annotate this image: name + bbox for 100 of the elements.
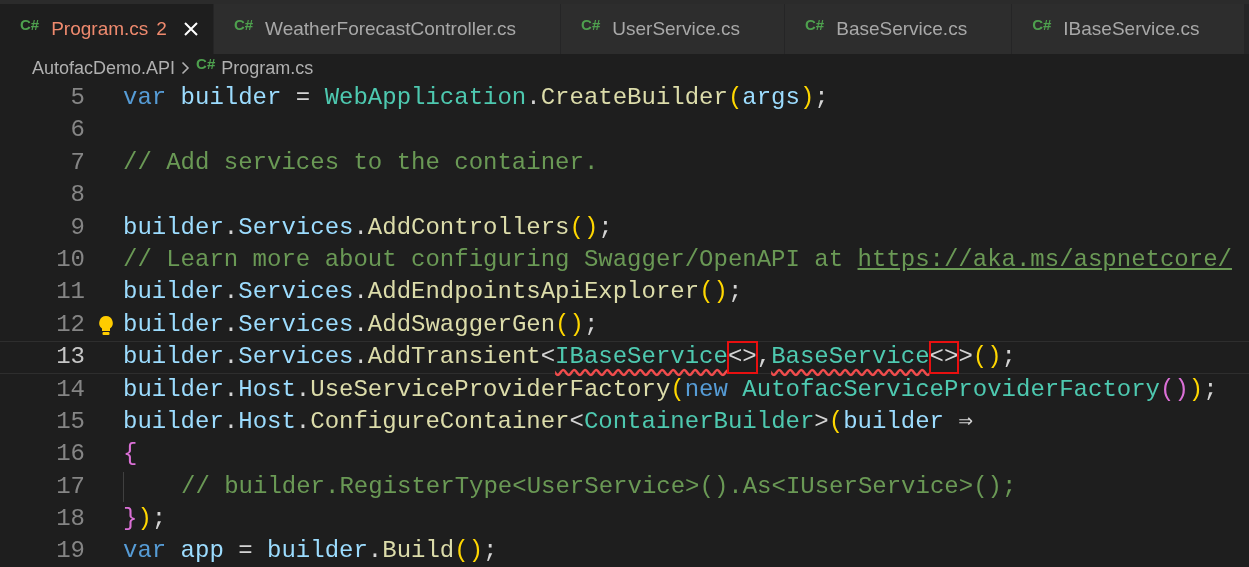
- punctuation: .: [223, 406, 239, 437]
- line-number: 10: [55, 244, 85, 275]
- bracket: ): [137, 504, 152, 535]
- punctuation: ;: [727, 277, 743, 308]
- breadcrumb-item[interactable]: AutofacDemo.API: [32, 54, 176, 82]
- bracket: (): [555, 309, 584, 340]
- identifier: builder: [123, 309, 224, 340]
- tab-label: IBaseService.cs: [1063, 16, 1200, 41]
- type-name: BaseService: [771, 342, 930, 373]
- editor-tab[interactable]: C# BaseService.cs: [785, 4, 1013, 54]
- method-name: AddTransient: [367, 342, 541, 373]
- keyword: var: [123, 83, 167, 113]
- bracket: (): [972, 342, 1002, 373]
- method-name: CreateBuilder: [540, 83, 728, 113]
- bracket: {: [123, 439, 138, 470]
- punctuation: ;: [598, 212, 613, 243]
- line-number: 13: [55, 342, 85, 373]
- punctuation: .: [526, 83, 541, 113]
- operator: =: [238, 536, 253, 567]
- code-comment: // builder.RegisterType<UserService>().As<IUserService>();: [181, 471, 1017, 502]
- bracket: (: [727, 83, 743, 113]
- punctuation: ;: [151, 504, 167, 535]
- punctuation: .: [353, 277, 368, 308]
- editor-tab[interactable]: C# IBaseService.cs: [1012, 4, 1245, 54]
- punctuation: ;: [483, 536, 498, 567]
- editor-tab[interactable]: C# UserService.cs: [561, 4, 785, 54]
- identifier: builder: [123, 406, 224, 437]
- punctuation: .: [367, 536, 383, 567]
- punctuation: .: [295, 374, 311, 405]
- link[interactable]: https://aka.ms/aspnetcore/: [857, 244, 1232, 276]
- tab-label: UserService.cs: [612, 16, 740, 41]
- line-number: 6: [69, 115, 85, 146]
- line-number: 14: [55, 374, 85, 405]
- operator: ⇒: [958, 406, 973, 437]
- method-name: AddEndpointsApiExplorer: [367, 277, 700, 308]
- keyword: new: [684, 374, 728, 405]
- type-name: WebApplication: [324, 83, 527, 113]
- bracket: ): [799, 83, 815, 113]
- identifier: builder: [123, 277, 224, 308]
- csharp-file-icon: C#: [233, 13, 254, 37]
- method-name: AddSwaggerGen: [367, 309, 556, 340]
- editor-tab[interactable]: C# WeatherForecastController.cs: [213, 4, 562, 54]
- line-number: 15: [55, 406, 85, 437]
- punctuation: ;: [1001, 342, 1016, 373]
- punctuation: ;: [1203, 374, 1218, 405]
- punctuation: <: [540, 342, 556, 373]
- identifier: Services: [238, 212, 354, 243]
- code-comment: // Learn more about configuring Swagger/OpenAPI at: [123, 244, 844, 275]
- punctuation: .: [223, 212, 239, 243]
- bracket: (): [454, 536, 484, 567]
- line-number: 12: [55, 309, 85, 340]
- punctuation: ,: [756, 342, 772, 373]
- identifier: Services: [238, 342, 354, 373]
- csharp-file-icon: C#: [1032, 13, 1052, 37]
- method-name: ConfigureContainer: [310, 406, 570, 437]
- punctuation: ;: [814, 83, 829, 113]
- line-number: 17: [55, 471, 85, 502]
- identifier: app: [180, 536, 224, 567]
- punctuation: .: [353, 342, 368, 373]
- punctuation: .: [223, 342, 239, 373]
- line-number: 18: [55, 504, 85, 535]
- breadcrumb-item[interactable]: Program.cs: [221, 54, 314, 82]
- line-number: 8: [69, 180, 85, 211]
- identifier: builder: [267, 536, 368, 567]
- problem-count: 2: [156, 16, 167, 41]
- type-name: AutofacServiceProviderFactory: [742, 374, 1160, 405]
- highlight-box: <>: [727, 342, 757, 373]
- punctuation: .: [223, 277, 239, 308]
- line-number: 5: [69, 83, 85, 113]
- tab-label: WeatherForecastController.cs: [265, 16, 517, 41]
- bracket: ): [1188, 374, 1204, 405]
- bracket: (: [670, 374, 685, 405]
- lightbulb-icon[interactable]: [98, 314, 114, 337]
- highlight-box: <>: [929, 342, 959, 373]
- code-comment: // Add services to the container.: [123, 147, 599, 178]
- keyword: var: [123, 536, 167, 567]
- identifier: builder: [123, 342, 224, 373]
- bracket: (): [569, 212, 599, 243]
- type-name: ContainerBuilder: [583, 406, 815, 437]
- identifier: builder: [843, 406, 944, 437]
- csharp-file-icon: C#: [805, 13, 825, 37]
- bracket: (): [699, 277, 728, 308]
- punctuation: .: [223, 309, 239, 340]
- identifier: Services: [238, 309, 354, 340]
- method-name: UseServiceProviderFactory: [310, 374, 671, 405]
- bracket: (): [1160, 374, 1189, 405]
- punctuation: ;: [583, 309, 599, 340]
- csharp-file-icon: C#: [581, 13, 601, 37]
- type-name: IBaseService: [555, 342, 728, 373]
- line-number: 7: [69, 147, 85, 178]
- editor-tab[interactable]: C# Program.cs 2: [0, 4, 214, 54]
- csharp-file-icon: C#: [20, 13, 40, 37]
- punctuation: .: [353, 309, 368, 340]
- close-icon[interactable]: [182, 21, 199, 37]
- line-number: 11: [55, 277, 85, 308]
- identifier: Services: [238, 277, 354, 308]
- identifier: builder: [123, 374, 224, 405]
- punctuation: <: [569, 406, 584, 437]
- line-number: 19: [55, 536, 85, 567]
- line-number: 9: [69, 212, 85, 243]
